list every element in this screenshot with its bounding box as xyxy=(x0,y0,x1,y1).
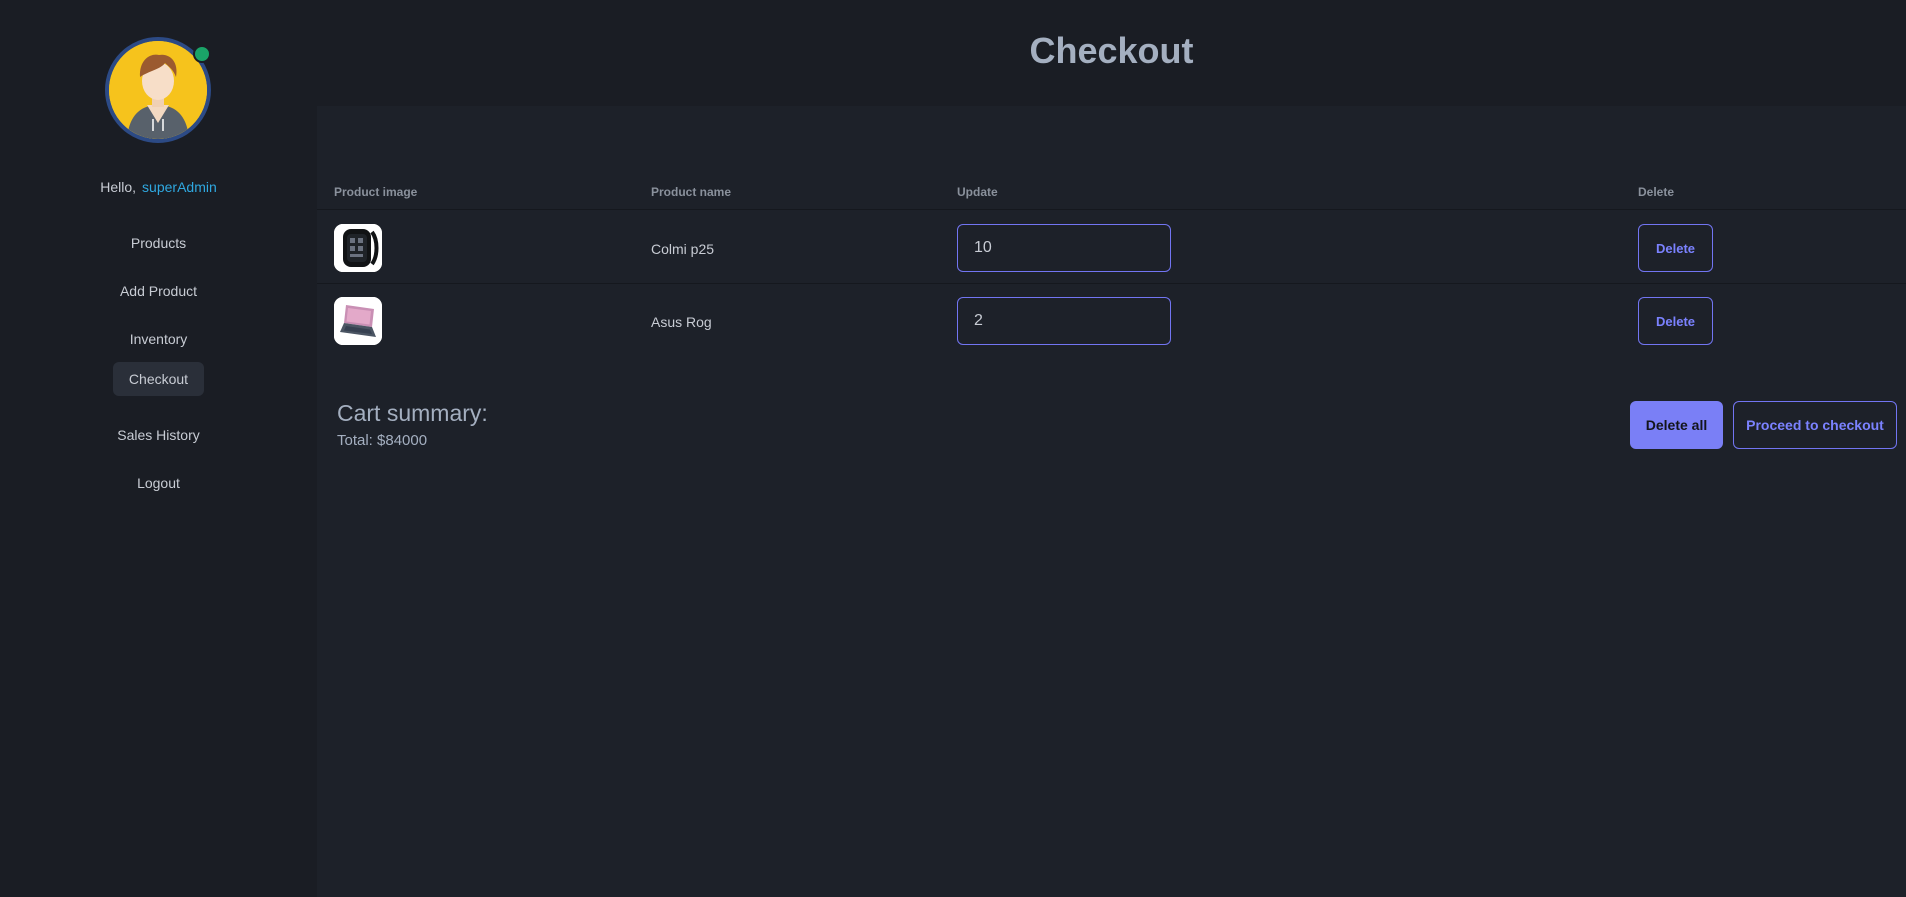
sidebar-item-label: Add Product xyxy=(119,283,198,299)
product-name: Asus Rog xyxy=(651,314,712,330)
product-name: Colmi p25 xyxy=(651,241,715,257)
sidebar-item-add-product[interactable]: Add Product xyxy=(0,274,317,308)
delete-all-button[interactable]: Delete all xyxy=(1630,401,1723,449)
cart-summary-title: Cart summary: xyxy=(337,400,488,426)
column-header-delete: Delete xyxy=(1638,185,1675,199)
avatar[interactable] xyxy=(105,37,211,143)
sidebar-item-label: Inventory xyxy=(129,331,188,347)
delete-button[interactable]: Delete xyxy=(1638,297,1713,345)
username: superAdmin xyxy=(142,179,217,195)
column-header-product-image: Product image xyxy=(334,185,418,199)
sidebar-item-logout[interactable]: Logout xyxy=(0,466,317,500)
greeting: Hello, superAdmin xyxy=(0,179,317,195)
sidebar-item-checkout[interactable]: Checkout xyxy=(0,362,317,396)
quantity-input[interactable] xyxy=(957,297,1171,345)
checkout-panel: Product image Product name Update Delete xyxy=(317,106,1906,897)
sidebar-item-label: Products xyxy=(130,235,187,251)
greeting-text: Hello, xyxy=(100,179,137,195)
delete-button[interactable]: Delete xyxy=(1638,224,1713,272)
column-header-update: Update xyxy=(957,185,998,199)
sidebar-item-label: Sales History xyxy=(117,427,200,443)
app-root: Hello, superAdmin Products Add Product In… xyxy=(0,0,1906,897)
proceed-to-checkout-button[interactable]: Proceed to checkout xyxy=(1733,401,1897,449)
laptop-image-icon xyxy=(334,297,382,345)
table-divider xyxy=(317,209,1906,210)
sidebar-item-inventory[interactable]: Inventory xyxy=(0,322,317,356)
smartwatch-image xyxy=(334,224,382,272)
laptop-image xyxy=(334,297,382,345)
sidebar-item-products[interactable]: Products xyxy=(0,226,317,260)
cart-total: Total: $84000 xyxy=(337,432,428,449)
sidebar-item-label: Checkout xyxy=(112,362,205,396)
column-header-product-name: Product name xyxy=(651,185,732,199)
page-header: Checkout xyxy=(317,0,1906,106)
sidebar-item-sales-history[interactable]: Sales History xyxy=(0,418,317,452)
quantity-input[interactable] xyxy=(957,224,1171,272)
online-status-dot xyxy=(193,45,211,63)
sidebar: Hello, superAdmin Products Add Product In… xyxy=(0,0,317,897)
sidebar-item-label: Logout xyxy=(137,475,180,491)
page-title: Checkout xyxy=(1029,30,1194,71)
table-divider xyxy=(317,283,1906,284)
smartwatch-image-icon xyxy=(334,224,382,272)
